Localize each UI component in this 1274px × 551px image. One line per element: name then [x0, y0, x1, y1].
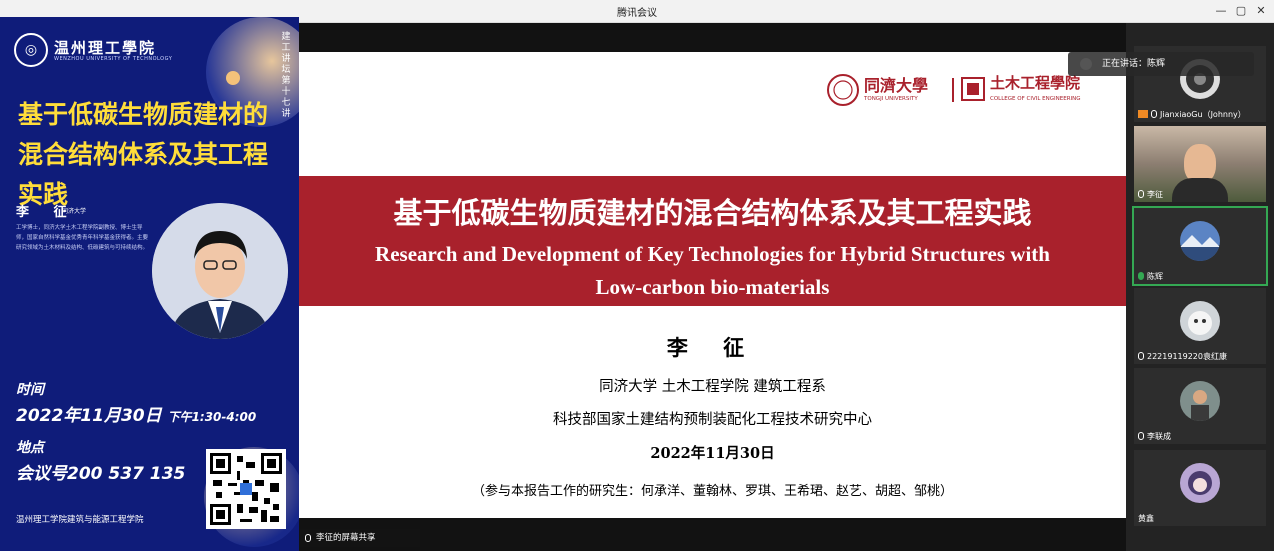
participant-tile[interactable]: 22219119220袁红康 — [1134, 288, 1266, 364]
speaker-affiliation: 同济大学 — [62, 208, 87, 215]
slide-title-banner: 基于低碳生物质建材的混合结构体系及其工程实践 Research and Deve… — [299, 176, 1126, 306]
avatar — [1180, 381, 1220, 421]
user-icon — [1138, 110, 1148, 118]
school-name: 温州理工學院 — [54, 39, 157, 57]
time-label: 时间 — [16, 382, 44, 398]
participant-tile[interactable]: 李联成 — [1134, 368, 1266, 444]
slide-title-en-line1: Research and Development of Key Technolo… — [375, 242, 1050, 266]
mic-icon — [1138, 432, 1144, 440]
time-range: 下午1:30-4:00 — [167, 410, 257, 424]
slide-presenter: 李 征 — [666, 335, 759, 360]
speaker-bio: 工学博士，同济大学土木工程学院副教授、博士生导师，国家自然科学基金优秀青年科学基… — [16, 225, 149, 251]
speaking-text: 正在讲话：陈辉 — [1102, 59, 1166, 69]
close-button[interactable]: ✕ — [1250, 3, 1272, 19]
mic-icon — [305, 534, 311, 542]
avatar — [1180, 301, 1220, 341]
time-value: 2022年11月30日 下午1:30-4:00 — [16, 406, 257, 426]
slide-affiliation: 同济大学 土木工程学院 建筑工程系 — [599, 379, 826, 395]
qr-code — [206, 449, 286, 529]
school-logo-icon: ◎ — [14, 33, 48, 67]
slide-contributors: （参与本报告工作的研究生：何承洋、董翰林、罗琪、王希珺、赵艺、胡超、邹桃） — [471, 484, 953, 499]
participant-name: JianxiaoGu（Johnny） — [1138, 109, 1246, 120]
school-name-en: WENZHOU UNIVERSITY OF TECHNOLOGY — [54, 56, 173, 62]
slide-center: 科技部国家土建结构预制装配化工程技术研究中心 — [553, 412, 872, 428]
decor-dot — [226, 71, 240, 85]
video-body — [1172, 178, 1228, 202]
screen-share-label: 李征的屏幕共享 — [300, 529, 420, 547]
participant-tile[interactable]: 黄鑫 — [1134, 450, 1266, 526]
slide-title-zh: 基于低碳生物质建材的混合结构体系及其工程实践 — [393, 196, 1032, 230]
participant-name: 陈辉 — [1138, 271, 1163, 282]
avatar — [1180, 221, 1220, 261]
tongji-logo-en: TONGJI UNIVERSITY — [864, 96, 918, 102]
college-logo-en: COLLEGE OF CIVIL ENGINEERING — [990, 96, 1081, 102]
maximize-button[interactable]: ▢ — [1230, 3, 1252, 19]
screen-share-label-text: 李征的屏幕共享 — [316, 533, 376, 543]
avatar — [1180, 463, 1220, 503]
speaker-avatar-icon — [1080, 58, 1092, 70]
slide-title-en-line2: Low-carbon bio-materials — [595, 275, 830, 299]
participant-tile[interactable]: 李征 — [1134, 126, 1266, 202]
participant-tile-active[interactable]: 陈辉 — [1132, 206, 1268, 286]
participant-name: 黄鑫 — [1138, 514, 1154, 523]
tongji-logo-text: 同濟大學 — [864, 76, 929, 95]
poster-title-line1: 基于低碳生物质建材的 — [18, 100, 269, 129]
slide-date: 2022年11月30日 — [650, 445, 775, 462]
place-label: 地点 — [16, 440, 44, 456]
mic-icon — [1151, 110, 1157, 118]
mic-icon — [1138, 190, 1144, 198]
mic-active-icon — [1138, 272, 1144, 280]
event-poster: ◎ 温州理工學院 WENZHOU UNIVERSITY OF TECHNOLOG… — [0, 17, 299, 551]
slide-logos: 同濟大學 TONGJI UNIVERSITY 土木工程學院 COLLEGE OF… — [826, 72, 1106, 108]
participant-name: 22219119220袁红康 — [1138, 351, 1227, 362]
participant-gallery[interactable]: JianxiaoGu（Johnny） 李征 陈辉 22219119220袁红康 … — [1126, 23, 1274, 551]
minimize-button[interactable]: — — [1210, 3, 1232, 19]
participant-name: 李征 — [1138, 189, 1163, 200]
slide-title-en: Research and Development of Key Technolo… — [299, 238, 1126, 304]
meeting-id: 会议号200 537 135 — [16, 464, 186, 484]
speaker-photo — [152, 203, 288, 339]
poster-title: 基于低碳生物质建材的 混合结构体系及其工程实践 — [18, 95, 288, 215]
mic-icon — [1138, 352, 1144, 360]
participant-name: 李联成 — [1138, 431, 1171, 442]
shared-slide: 同濟大學 TONGJI UNIVERSITY 土木工程學院 COLLEGE OF… — [299, 52, 1126, 518]
organizer-footer: 温州理工学院建筑与能源工程学院 — [16, 515, 144, 525]
speaking-indicator: 正在讲话：陈辉 — [1068, 52, 1254, 76]
college-logo-text: 土木工程學院 — [990, 74, 1081, 92]
